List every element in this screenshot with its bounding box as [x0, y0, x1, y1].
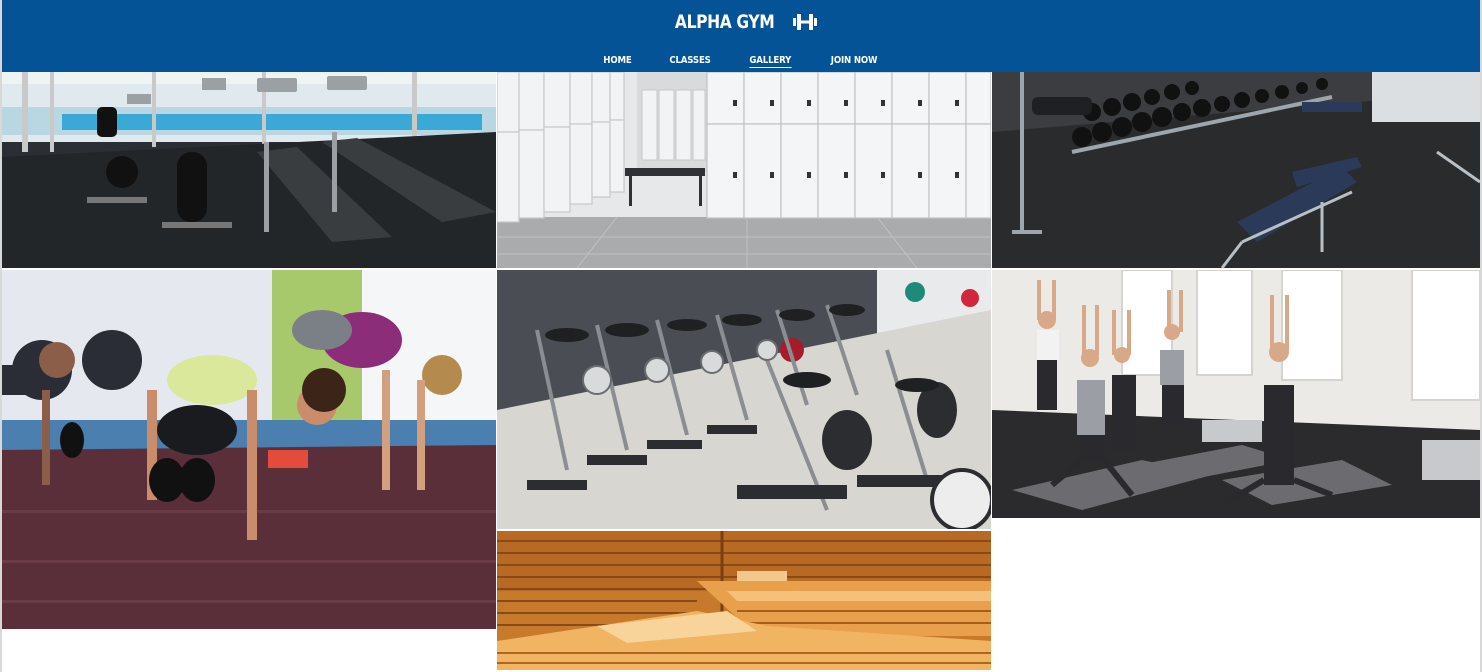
- sauna-photo[interactable]: [497, 531, 991, 670]
- nav-classes-label: CLASSES: [669, 55, 711, 66]
- site-header: ALPHA GYM HOME CLASSES GALLERY JOIN NOW: [2, 0, 1480, 72]
- bootcamp-class-photo[interactable]: [2, 270, 496, 629]
- brand[interactable]: ALPHA GYM: [2, 9, 1480, 35]
- main-nav: HOME CLASSES GALLERY JOIN NOW: [2, 54, 1480, 70]
- nav-classes[interactable]: CLASSES: [656, 54, 725, 70]
- nav-home-label: HOME: [603, 55, 632, 66]
- nav-join-now[interactable]: JOIN NOW: [817, 54, 891, 70]
- nav-gallery-label: GALLERY: [749, 55, 792, 68]
- yoga-class-photo[interactable]: [992, 270, 1480, 518]
- locker-room-photo[interactable]: [497, 72, 991, 268]
- nav-home[interactable]: HOME: [590, 54, 646, 70]
- dumbbell-icon: [792, 14, 817, 30]
- nav-join-now-label: JOIN NOW: [830, 55, 877, 66]
- brand-name: ALPHA GYM: [675, 11, 775, 33]
- free-weights-photo[interactable]: [992, 72, 1480, 268]
- cardio-room-photo[interactable]: [2, 72, 496, 268]
- nav-gallery[interactable]: GALLERY: [736, 54, 805, 70]
- spin-bikes-photo[interactable]: [497, 270, 991, 529]
